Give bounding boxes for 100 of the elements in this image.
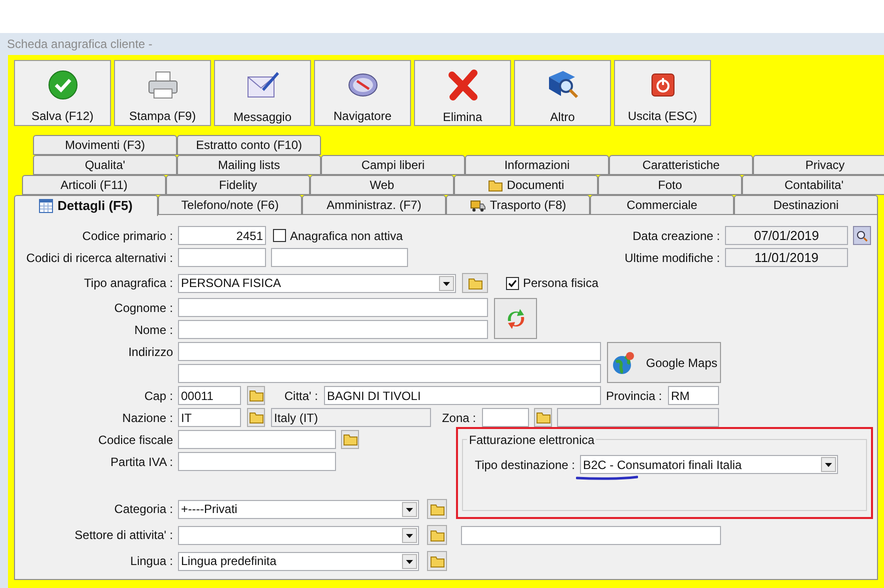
tab[interactable]: Web [310, 175, 454, 195]
toolbar-button[interactable]: Messaggio [214, 60, 311, 126]
folder-button[interactable] [427, 499, 447, 519]
field-label: Citta' : [283, 388, 318, 404]
field-label: Zona : [440, 410, 476, 426]
input-field[interactable]: 00011 [178, 386, 241, 405]
field-label: Data creazione : [632, 228, 720, 244]
toolbar-button[interactable]: Uscita (ESC) [614, 60, 711, 126]
folder-icon [430, 502, 444, 516]
input-field[interactable] [178, 452, 336, 471]
field-label: Codici di ricerca alternativi : [25, 250, 173, 266]
folder-icon [488, 178, 503, 192]
input-field[interactable] [178, 298, 488, 317]
input-field[interactable]: Italy (IT) [271, 408, 431, 427]
folder-button[interactable] [534, 408, 552, 427]
checkbox-label: Persona fisica [523, 275, 598, 292]
folder-button[interactable] [341, 430, 359, 449]
field-label: Lingua : [129, 553, 173, 570]
field-label: Nome : [133, 322, 173, 338]
toolbar-button[interactable]: Salva (F12) [14, 60, 111, 126]
input-field[interactable] [557, 408, 719, 427]
input-field[interactable]: 2451 [178, 226, 266, 245]
toolbar-button[interactable]: Altro [514, 60, 611, 126]
tab[interactable]: Fidelity [166, 175, 310, 195]
field-label: Cap : [143, 388, 173, 404]
tab[interactable]: Informazioni [465, 155, 609, 175]
input-field[interactable] [461, 526, 721, 544]
power-icon [650, 72, 674, 96]
input-field[interactable] [178, 364, 601, 383]
cross-icon [448, 69, 478, 101]
checkbox[interactable] [273, 229, 286, 242]
tab[interactable]: Caratteristiche [609, 155, 753, 175]
truck-icon [470, 198, 486, 212]
toolbar-button[interactable]: Elimina [414, 60, 511, 126]
tab[interactable]: Destinazioni [734, 195, 878, 215]
folder-button[interactable] [427, 551, 447, 571]
tab[interactable]: Documenti [454, 175, 598, 195]
input-field[interactable]: BAGNI DI TIVOLI [324, 386, 601, 405]
folder-button[interactable] [247, 408, 265, 427]
input-field[interactable] [178, 320, 488, 339]
window-title: Scheda anagrafica cliente - [7, 36, 152, 53]
input-field[interactable] [482, 408, 529, 427]
compass-icon [346, 70, 378, 98]
tab[interactable]: Foto [598, 175, 742, 195]
field-label: Ultime modifiche : [624, 250, 720, 266]
field-label: Indirizzo [127, 344, 173, 360]
checkbox-label: Anagrafica non attiva [290, 228, 403, 244]
folder-icon [430, 554, 444, 568]
folder-icon [248, 411, 264, 424]
tab[interactable]: Dettagli (F5) [14, 195, 158, 216]
field-label: Codice fiscale [97, 432, 173, 448]
toolbar-button[interactable]: Navigatore [314, 60, 411, 126]
dropdown-field[interactable]: +----Privati [178, 500, 419, 518]
input-field[interactable] [178, 342, 601, 361]
input-field[interactable] [271, 248, 408, 267]
folder-icon [468, 276, 482, 290]
map-button[interactable]: Google Maps [607, 342, 721, 383]
field-label: Provincia : [604, 388, 662, 404]
field-label: Categoria : [113, 501, 173, 518]
folder-button[interactable] [427, 525, 447, 545]
folder-icon [248, 389, 264, 402]
folder-button[interactable] [247, 386, 265, 405]
dropdown-field[interactable]: Lingua predefinita [178, 552, 419, 570]
tab[interactable]: Contabilita' [742, 175, 884, 195]
dropdown-field[interactable]: B2C - Consumatori finali Italia [580, 455, 838, 474]
tab[interactable]: Articoli (F11) [22, 175, 166, 195]
field-label: Settore di attivita' : [74, 527, 173, 544]
tab[interactable]: Movimenti (F3) [33, 135, 177, 155]
field-label: Cognome : [113, 300, 173, 316]
folder-icon [430, 528, 444, 542]
input-field[interactable] [178, 430, 336, 449]
checkbox[interactable] [506, 276, 519, 290]
input-field[interactable] [178, 248, 266, 267]
input-field[interactable]: IT [178, 408, 241, 427]
zoom-button[interactable] [853, 226, 871, 245]
tab[interactable]: Privacy [753, 155, 884, 175]
dropdown-field[interactable] [178, 526, 419, 544]
tab[interactable]: Amministraz. (F7) [302, 195, 446, 215]
checkmark-icon [48, 70, 78, 100]
folder-button[interactable] [462, 273, 488, 293]
field-label: Nazione : [121, 410, 173, 426]
swap-button[interactable] [494, 298, 537, 339]
date-field[interactable]: 07/01/2019 [725, 226, 848, 245]
date-field[interactable]: 11/01/2019 [725, 248, 848, 267]
field-label: Partita IVA : [110, 454, 173, 470]
calendar-icon [39, 199, 54, 213]
globe-icon [612, 350, 636, 374]
tab[interactable]: Mailing lists [177, 155, 321, 175]
tab[interactable]: Telefono/note (F6) [158, 195, 302, 215]
tab[interactable]: Campi liberi [321, 155, 465, 175]
dropdown-field[interactable]: PERSONA FISICA [178, 274, 456, 292]
toolbar-button[interactable]: Stampa (F9) [114, 60, 211, 126]
tab[interactable]: Estratto conto (F10) [177, 135, 321, 155]
tab[interactable]: Trasporto (F8) [446, 195, 590, 215]
underline-mark [576, 475, 638, 480]
input-field[interactable]: RM [668, 386, 719, 405]
tab[interactable]: Qualita' [33, 155, 177, 175]
tab[interactable]: Commerciale [590, 195, 734, 215]
folder-icon [536, 411, 550, 424]
field-label: Codice primario : [81, 228, 173, 244]
